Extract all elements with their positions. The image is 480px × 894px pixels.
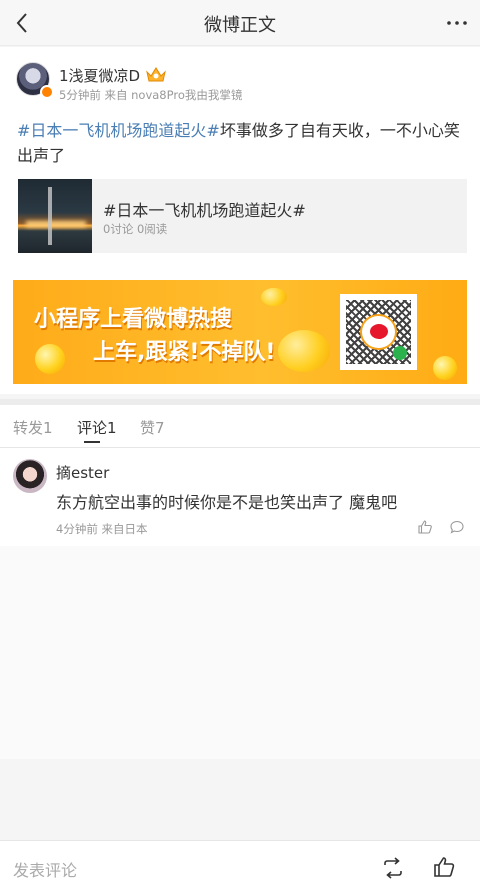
tab-reposts[interactable]: 转发1 bbox=[13, 417, 53, 438]
author-avatar[interactable] bbox=[16, 62, 54, 99]
author-name[interactable]: 1浅夏微凉D bbox=[59, 65, 140, 86]
topic-link[interactable]: #日本一飞机机场跑道起火# bbox=[17, 121, 220, 140]
tab-comments[interactable]: 评论1 bbox=[77, 417, 117, 438]
empty-area bbox=[0, 546, 480, 759]
vip-crown-icon bbox=[146, 67, 166, 82]
comment-input[interactable]: 发表评论 bbox=[13, 857, 77, 881]
topic-thumbnail bbox=[18, 179, 92, 253]
topic-card[interactable]: #日本一飞机机场跑道起火# 0讨论 0阅读 bbox=[18, 179, 467, 253]
interaction-tabs: 转发1 评论1 赞7 bbox=[0, 405, 480, 448]
comment-like-icon[interactable] bbox=[417, 519, 433, 535]
tab-likes[interactable]: 赞7 bbox=[140, 417, 165, 438]
repost-icon[interactable] bbox=[381, 856, 405, 880]
like-icon[interactable] bbox=[432, 855, 456, 879]
banner-headline: 小程序上看微博热搜 bbox=[34, 307, 233, 332]
topic-card-title: #日本一飞机机场跑道起火# bbox=[103, 201, 306, 220]
active-tab-indicator bbox=[84, 441, 100, 443]
verified-badge-icon bbox=[40, 85, 54, 99]
post-body: #日本一飞机机场跑道起火#坏事做多了自有天收，一不小心笑出声了 bbox=[17, 118, 467, 168]
page-title: 微博正文 bbox=[204, 15, 276, 36]
topic-card-stats: 0讨论 0阅读 bbox=[103, 222, 168, 236]
nav-bar: 微博正文 bbox=[0, 0, 480, 46]
miniprogram-icon bbox=[393, 346, 407, 360]
commenter-name[interactable]: 摘ester bbox=[56, 462, 109, 483]
commenter-avatar[interactable] bbox=[13, 459, 47, 493]
comment-reply-icon[interactable] bbox=[449, 519, 465, 535]
mini-program-banner[interactable]: 小程序上看微博热搜 上车,跟紧!不掉队! bbox=[13, 280, 467, 384]
more-options-icon[interactable] bbox=[444, 10, 470, 36]
post-meta: 5分钟前 来自 nova8Pro我由我掌镜 bbox=[59, 88, 243, 102]
comment-meta: 4分钟前 来自日本 bbox=[56, 522, 148, 536]
comment-text: 东方航空出事的时候你是不是也笑出声了 魔鬼吧 bbox=[56, 493, 398, 512]
banner-subline: 上车,跟紧!不掉队! bbox=[93, 340, 276, 365]
post-card: 1浅夏微凉D 5分钟前 来自 nova8Pro我由我掌镜 #日本一飞机机场跑道起… bbox=[0, 47, 480, 394]
comment-item: 摘ester 东方航空出事的时候你是不是也笑出声了 魔鬼吧 4分钟前 来自日本 bbox=[0, 448, 480, 546]
weibo-logo-icon bbox=[360, 314, 397, 350]
qr-code bbox=[340, 294, 417, 370]
bottom-action-bar: 发表评论 bbox=[0, 840, 480, 894]
